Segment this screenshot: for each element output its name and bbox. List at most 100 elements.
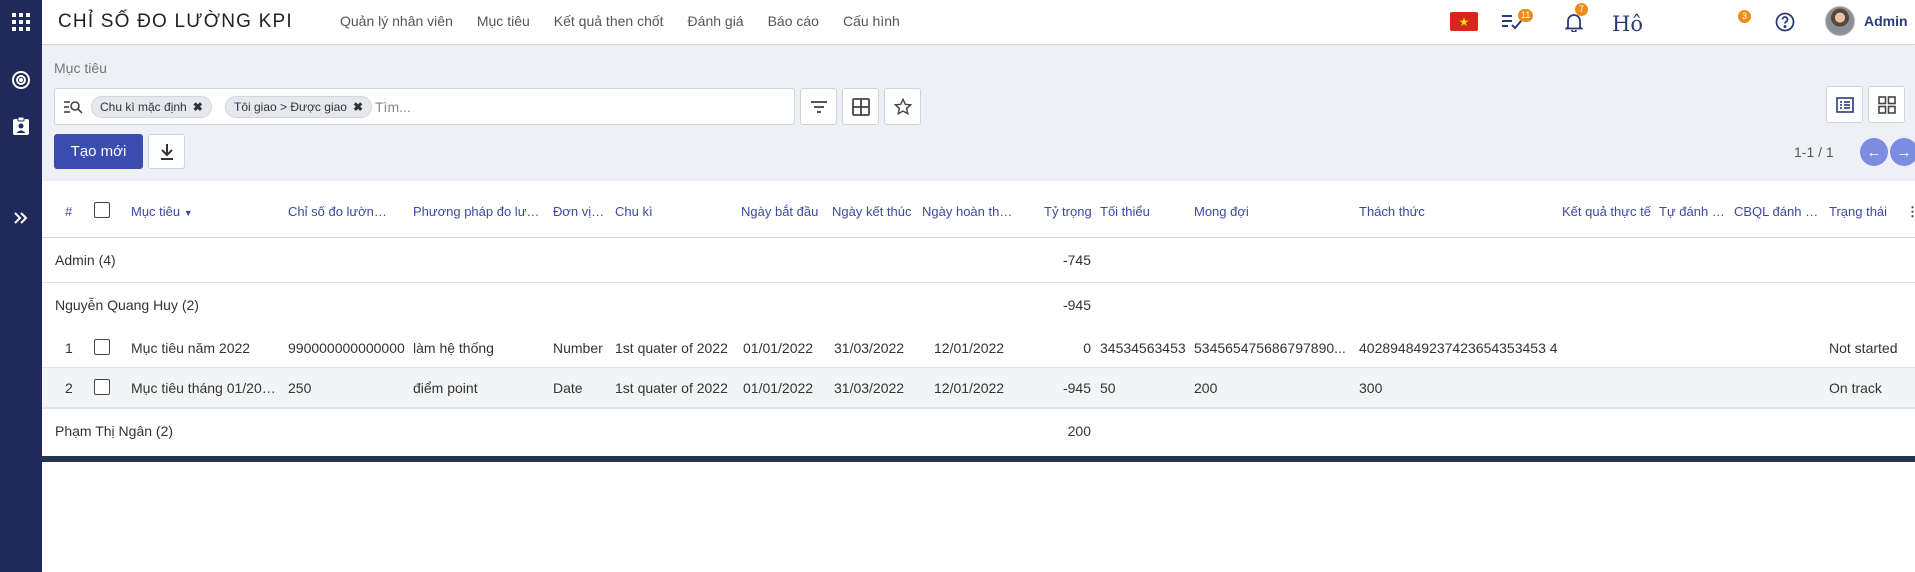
search-filter-icon xyxy=(63,98,83,116)
user-name[interactable]: Admin xyxy=(1864,13,1908,29)
facet-label: Tôi giao > Được giao xyxy=(234,100,347,114)
status-cell: On track xyxy=(1829,380,1882,396)
menu-item-employees[interactable]: Quản lý nhân viên xyxy=(340,13,453,29)
group-name: Nguyễn Quang Huy (2) xyxy=(55,297,199,313)
column-header-num: # xyxy=(65,204,73,219)
start-date-cell: 01/01/2022 xyxy=(743,340,814,356)
group-name: Phạm Thị Ngân (2) xyxy=(55,423,174,439)
list-view-icon xyxy=(1835,96,1854,113)
column-header-weight[interactable]: Tỷ trọng xyxy=(1044,204,1099,219)
user-avatar[interactable] xyxy=(1825,6,1855,36)
unit-cell: Number xyxy=(553,340,603,356)
facet-default-cycle: Chu kì mặc định ✖ xyxy=(91,96,212,118)
challenge-cell: 402894849237423654353453 4 xyxy=(1359,340,1558,356)
column-header-self-eval[interactable]: Tự đánh giá xyxy=(1659,204,1729,219)
challenge-cell: 300 xyxy=(1359,380,1383,396)
table-header: # Mục tiêu ▼ Chỉ số đo lường KPI Phương … xyxy=(42,190,1915,238)
menu-item-goals[interactable]: Mục tiêu xyxy=(477,13,530,29)
done-date-cell: 12/01/2022 xyxy=(934,340,1005,356)
pager-value[interactable]: 1-1 / 1 xyxy=(1794,144,1834,160)
target-icon[interactable] xyxy=(0,62,42,98)
column-header-goal[interactable]: Mục tiêu ▼ xyxy=(131,204,213,219)
download-button[interactable] xyxy=(148,134,185,169)
column-header-method[interactable]: Phương pháp đo lường xyxy=(413,204,543,219)
column-header-unit[interactable]: Đơn vị tính xyxy=(553,204,605,219)
goals-table: # Mục tiêu ▼ Chỉ số đo lường KPI Phương … xyxy=(42,190,1915,453)
goal-header-label: Mục tiêu xyxy=(131,204,181,219)
extra-count-badge: 3 xyxy=(1738,10,1751,23)
method-cell: điểm point xyxy=(413,380,478,396)
group-row[interactable]: Phạm Thị Ngân (2) 200 xyxy=(42,408,1915,453)
apps-grid-icon[interactable] xyxy=(0,4,42,40)
arrow-right-icon: → xyxy=(1896,143,1912,161)
group-row[interactable]: Nguyễn Quang Huy (2) -945 xyxy=(42,283,1915,328)
column-header-kpi[interactable]: Chỉ số đo lường KPI xyxy=(288,204,388,219)
row-checkbox[interactable] xyxy=(94,379,110,395)
create-button[interactable]: Tạo mới xyxy=(54,134,143,169)
remove-facet-icon[interactable]: ✖ xyxy=(193,100,203,114)
group-by-button[interactable] xyxy=(842,88,879,125)
menu-item-reports[interactable]: Báo cáo xyxy=(768,13,819,29)
control-panel: Mục tiêu Chu kì mặc định ✖ Tôi giao > Đư… xyxy=(42,46,1915,181)
expand-chevrons-icon[interactable] xyxy=(0,200,42,236)
column-header-actual[interactable]: Kết quả thực tế xyxy=(1562,204,1654,219)
star-icon xyxy=(893,97,912,115)
pager-previous-button[interactable]: ← xyxy=(1860,138,1888,166)
remove-facet-icon[interactable]: ✖ xyxy=(353,100,363,114)
table-row[interactable]: 1 Mục tiêu năm 2022 990000000000000 làm … xyxy=(42,328,1915,368)
sort-down-icon: ▼ xyxy=(183,208,193,218)
column-header-expected[interactable]: Mong đợi xyxy=(1194,204,1314,219)
column-header-cycle[interactable]: Chu kì xyxy=(615,204,715,219)
kpi-cell: 990000000000000 xyxy=(288,340,405,356)
min-cell: 50 xyxy=(1100,380,1116,396)
weight-cell: -945 xyxy=(1062,380,1091,396)
breadcrumb[interactable]: Mục tiêu xyxy=(54,60,107,76)
search-box[interactable]: Chu kì mặc định ✖ Tôi giao > Được giao ✖ xyxy=(54,88,795,125)
done-date-cell: 12/01/2022 xyxy=(934,380,1005,396)
column-header-challenge[interactable]: Thách thức xyxy=(1359,204,1479,219)
pager-next-button[interactable]: → xyxy=(1890,138,1915,166)
search-input[interactable] xyxy=(375,95,775,119)
start-date-cell: 01/01/2022 xyxy=(743,380,814,396)
column-header-manager-eval[interactable]: CBQL đánh giá xyxy=(1734,204,1822,219)
help-icon[interactable] xyxy=(1773,10,1797,34)
tasks-count-badge: 11 xyxy=(1518,9,1534,22)
column-header-end-date[interactable]: Ngày kết thúc xyxy=(832,204,914,219)
column-header-start-date[interactable]: Ngày bắt đầu xyxy=(741,204,823,219)
vietnam-flag-icon[interactable]: ★ xyxy=(1450,12,1478,31)
table-row[interactable]: 2 Mục tiêu tháng 01/2022 250 điểm point … xyxy=(42,368,1915,408)
left-rail xyxy=(0,0,42,572)
kanban-view-button[interactable] xyxy=(1868,86,1905,123)
group-row[interactable]: Admin (4) -745 xyxy=(42,238,1915,283)
download-icon xyxy=(160,143,173,160)
menu-item-evaluation[interactable]: Đánh giá xyxy=(688,13,744,29)
column-header-min[interactable]: Tối thiểu xyxy=(1100,204,1180,219)
list-view-button[interactable] xyxy=(1826,86,1863,123)
min-cell: 34534563453 xyxy=(1100,340,1186,356)
column-header-status[interactable]: Trạng thái xyxy=(1829,204,1899,219)
unit-cell: Date xyxy=(553,380,583,396)
app-title[interactable]: CHỈ SỐ ĐO LƯỜNG KPI xyxy=(58,11,293,33)
method-cell: làm hệ thống xyxy=(413,340,494,356)
column-header-done-date[interactable]: Ngày hoàn thành xyxy=(922,204,1018,219)
expected-cell: 200 xyxy=(1194,380,1218,396)
filter-button[interactable] xyxy=(800,88,837,125)
end-date-cell: 31/03/2022 xyxy=(834,380,905,396)
row-number: 2 xyxy=(65,380,73,396)
group-weight: -945 xyxy=(1062,297,1091,313)
weight-cell: 0 xyxy=(1083,340,1091,356)
column-options-icon[interactable]: ⋮ xyxy=(1906,204,1915,220)
top-navbar: CHỈ SỐ ĐO LƯỜNG KPI Quản lý nhân viên Mụ… xyxy=(42,0,1915,45)
favorites-button[interactable] xyxy=(884,88,921,125)
arrow-left-icon: ← xyxy=(1866,143,1882,161)
notifications-count-badge: 7 xyxy=(1575,3,1588,16)
select-all-checkbox[interactable] xyxy=(94,202,110,218)
menu-item-key-results[interactable]: Kết quả then chốt xyxy=(554,13,664,29)
group-name: Admin (4) xyxy=(55,252,116,268)
goal-cell: Mục tiêu tháng 01/2022 xyxy=(131,380,276,396)
menu-item-config[interactable]: Cấu hình xyxy=(843,13,900,29)
row-checkbox[interactable] xyxy=(94,339,110,355)
clipboard-user-icon[interactable] xyxy=(0,108,42,144)
main-menu: Quản lý nhân viên Mục tiêu Kết quả then … xyxy=(340,13,924,29)
ho-label[interactable]: Hô xyxy=(1612,12,1643,36)
